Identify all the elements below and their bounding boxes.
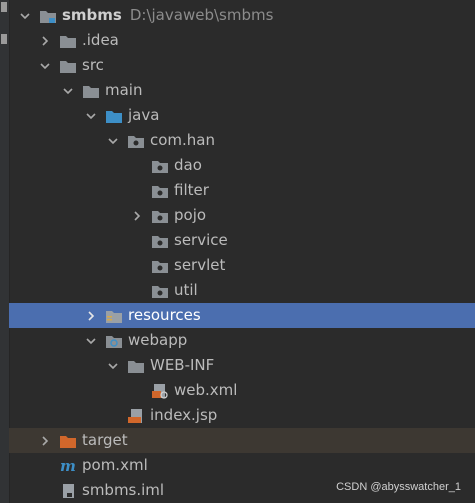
- tree-label: webapp: [128, 331, 188, 349]
- resources-folder-icon: [105, 308, 123, 324]
- tree-row-web-xml[interactable]: web.xml: [9, 378, 475, 403]
- tree-label: filter: [174, 181, 209, 199]
- chevron-right-icon[interactable]: [131, 208, 143, 224]
- tree-label: java: [128, 106, 160, 124]
- folder-icon: [59, 58, 77, 74]
- package-icon: [127, 133, 145, 149]
- tree-label: index.jsp: [150, 406, 218, 424]
- tree-label: service: [174, 231, 228, 249]
- chevron-right-icon[interactable]: [85, 308, 97, 324]
- tree-label: WEB-INF: [150, 356, 215, 374]
- package-icon: [151, 233, 169, 249]
- tree-label: web.xml: [174, 381, 238, 399]
- tree-row-java[interactable]: java: [9, 103, 475, 128]
- package-icon: [151, 208, 169, 224]
- chevron-down-icon[interactable]: [107, 133, 119, 149]
- watermark: CSDN @abysswatcher_1: [336, 481, 461, 493]
- tree-label: dao: [174, 156, 202, 174]
- root-path: D:\javaweb\smbms: [129, 6, 274, 24]
- tree-row-web-inf[interactable]: WEB-INF: [9, 353, 475, 378]
- folder-icon: [82, 83, 100, 99]
- tree-row-index-jsp[interactable]: index.jsp: [9, 403, 475, 428]
- chevron-down-icon[interactable]: [85, 333, 97, 349]
- tree-row-resources[interactable]: resources: [9, 303, 475, 328]
- tree-row-com-han[interactable]: com.han: [9, 128, 475, 153]
- svg-text:m: m: [60, 458, 76, 474]
- tree-label: target: [82, 431, 128, 449]
- maven-file-icon: m: [59, 458, 77, 474]
- tree-label: .idea: [82, 31, 119, 49]
- tree-row-pom-xml[interactable]: m pom.xml: [9, 453, 475, 478]
- folder-icon: [127, 358, 145, 374]
- folder-icon: [59, 33, 77, 49]
- xml-file-icon: [151, 383, 169, 399]
- chevron-down-icon[interactable]: [107, 358, 119, 374]
- chevron-right-icon[interactable]: [39, 33, 51, 49]
- tree-row-src[interactable]: src: [9, 53, 475, 78]
- source-folder-icon: [105, 108, 123, 124]
- tree-label: servlet: [174, 256, 226, 274]
- tree-label: resources: [128, 306, 201, 324]
- tree-label: main: [105, 81, 143, 99]
- tree-label: src: [82, 56, 104, 74]
- tree-row-idea[interactable]: .idea: [9, 28, 475, 53]
- root-label: smbms: [62, 6, 122, 24]
- tree-row-main[interactable]: main: [9, 78, 475, 103]
- module-folder-icon: [39, 8, 57, 24]
- package-icon: [151, 258, 169, 274]
- tree-row-service[interactable]: service: [9, 228, 475, 253]
- strip-marker: [1, 2, 7, 12]
- tree-row-util[interactable]: util: [9, 278, 475, 303]
- chevron-down-icon[interactable]: [62, 83, 74, 99]
- tree-row-webapp[interactable]: webapp: [9, 328, 475, 353]
- tree-label: pom.xml: [82, 456, 148, 474]
- tree-row-smbms[interactable]: smbms D:\javaweb\smbms: [9, 3, 475, 28]
- package-icon: [151, 158, 169, 174]
- chevron-down-icon[interactable]: [19, 8, 31, 24]
- tree-label: pojo: [174, 206, 207, 224]
- excluded-folder-icon: [59, 433, 77, 449]
- tree-label: smbms.iml: [82, 481, 165, 499]
- chevron-down-icon[interactable]: [39, 58, 51, 74]
- package-icon: [151, 183, 169, 199]
- tree-row-dao[interactable]: dao: [9, 153, 475, 178]
- tree-row-servlet[interactable]: servlet: [9, 253, 475, 278]
- web-folder-icon: [105, 333, 123, 349]
- package-icon: [151, 283, 169, 299]
- tree-row-pojo[interactable]: pojo: [9, 203, 475, 228]
- jsp-file-icon: [127, 408, 145, 424]
- tree-label: com.han: [150, 131, 216, 149]
- tree-label: util: [174, 281, 198, 299]
- strip-marker: [1, 34, 7, 44]
- tree-row-target[interactable]: target: [9, 428, 475, 453]
- project-tree: smbms D:\javaweb\smbms .idea src main ja…: [9, 3, 475, 503]
- tree-row-filter[interactable]: filter: [9, 178, 475, 203]
- iml-file-icon: [59, 483, 77, 499]
- chevron-right-icon[interactable]: [39, 433, 51, 449]
- chevron-down-icon[interactable]: [85, 108, 97, 124]
